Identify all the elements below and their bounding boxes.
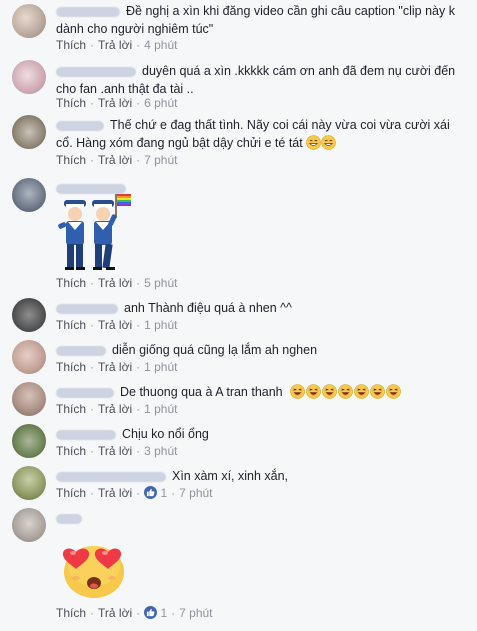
comment-actions: Thích · Trả lời · 7 phút [56, 153, 178, 167]
commenter-name[interactable] [56, 66, 136, 77]
like-link[interactable]: Thích [56, 606, 86, 620]
like-count[interactable]: 1 [160, 606, 167, 620]
avatar[interactable] [12, 340, 46, 374]
like-link[interactable]: Thích [56, 402, 86, 416]
comment-actions: Thích · Trả lời · 1 phút [56, 402, 178, 416]
avatar[interactable] [12, 508, 46, 542]
comment-text: Xìn xàm xí, xinh xắn, [56, 467, 467, 485]
commenter-name[interactable] [56, 120, 104, 131]
avatar[interactable] [12, 4, 46, 38]
like-link[interactable]: Thích [56, 96, 86, 110]
commenter-name[interactable] [56, 513, 82, 524]
comment-actions: Thích · Trả lời · 5 phút [56, 276, 178, 290]
reply-link[interactable]: Trả lời [98, 444, 132, 458]
avatar[interactable] [12, 424, 46, 458]
comment-timestamp[interactable]: 3 phút [144, 444, 177, 458]
laughing-icon [322, 384, 337, 404]
like-count[interactable]: 1 [160, 486, 167, 500]
laughing-icon-row [286, 384, 401, 399]
reply-link[interactable]: Trả lời [98, 276, 132, 290]
comment-timestamp[interactable]: 1 phút [144, 402, 177, 416]
comment-text: Thế chứ e đag thất tình. Nãy coi cái này… [56, 116, 467, 155]
comment-text: diễn giống quá cũng lạ lắm ah nghen [56, 341, 467, 359]
comment-actions: Thích · Trả lời · 1 phút [56, 360, 178, 374]
reply-link[interactable]: Trả lời [98, 96, 132, 110]
like-count-icon[interactable] [144, 606, 158, 619]
commenter-name[interactable] [56, 303, 118, 314]
like-link[interactable]: Thích [56, 486, 86, 500]
reply-link[interactable]: Trả lời [98, 486, 132, 500]
laughing-icon [386, 384, 401, 404]
comment-timestamp[interactable]: 4 phút [144, 38, 177, 52]
comment-timestamp[interactable]: 5 phút [144, 276, 177, 290]
sailor-couple-rainbow-flag-sticker[interactable] [52, 192, 136, 279]
comment-text: Đề nghị a xìn khi đăng video cần ghi câu… [56, 4, 455, 36]
commenter-name[interactable] [56, 6, 120, 17]
reply-link[interactable]: Trả lời [98, 318, 132, 332]
reply-link[interactable]: Trả lời [98, 402, 132, 416]
comment-timestamp[interactable]: 6 phút [144, 96, 177, 110]
comment-actions: Thích · Trả lời · 4 phút [56, 38, 178, 52]
like-link[interactable]: Thích [56, 444, 86, 458]
reply-link[interactable]: Trả lời [98, 360, 132, 374]
laughing-icon [354, 384, 369, 404]
reply-link[interactable]: Trả lời [98, 153, 132, 167]
comment-timestamp[interactable]: 7 phút [179, 606, 212, 620]
avatar[interactable] [12, 382, 46, 416]
comment-actions: Thích · Trả lời · 1 phút [56, 318, 178, 332]
commenter-name[interactable] [56, 429, 116, 440]
comment-actions: Thích · Trả lời · 3 phút [56, 444, 178, 458]
avatar[interactable] [12, 298, 46, 332]
like-link[interactable]: Thích [56, 318, 86, 332]
like-link[interactable]: Thích [56, 153, 86, 167]
comment-feed: Đề nghị a xìn khi đăng video cần ghi câu… [0, 0, 477, 631]
laughing-icon [370, 384, 385, 404]
comment-timestamp[interactable]: 7 phút [179, 486, 212, 500]
avatar[interactable] [12, 60, 46, 94]
laughing-icon [290, 384, 305, 404]
commenter-name-row [56, 510, 88, 528]
comment-text: De thuong qua à A tran thanh [56, 383, 467, 404]
laughing-icon [338, 384, 353, 404]
comment-text: anh Thành điệu quá à nhen ^^ [56, 299, 467, 317]
grin-icon [321, 135, 337, 155]
avatar[interactable] [12, 115, 46, 149]
reply-link[interactable]: Trả lời [98, 38, 132, 52]
comment-timestamp[interactable]: 1 phút [144, 360, 177, 374]
like-count-icon[interactable] [144, 486, 158, 499]
commenter-name[interactable] [56, 345, 106, 356]
laughing-icon [306, 384, 321, 404]
like-link[interactable]: Thích [56, 276, 86, 290]
comment-actions: Thích · Trả lời · 1 · 7 phút [56, 606, 213, 620]
commenter-name[interactable] [56, 471, 166, 482]
comment-actions: Thích · Trả lời · 6 phút [56, 96, 178, 110]
heart-eyes-sticker[interactable] [54, 538, 134, 603]
comment-timestamp[interactable]: 7 phút [144, 153, 177, 167]
like-link[interactable]: Thích [56, 38, 86, 52]
avatar[interactable] [12, 466, 46, 500]
comment-text: Chịu ko nổi ổng [56, 425, 467, 443]
reply-link[interactable]: Trả lời [98, 606, 132, 620]
comment-actions: Thích · Trả lời · 1 · 7 phút [56, 486, 213, 500]
comment-text: duyên quá a xìn .kkkkk cám ơn anh đã đem… [56, 64, 456, 96]
comment-timestamp[interactable]: 1 phút [144, 318, 177, 332]
grin-icon [306, 135, 322, 155]
like-link[interactable]: Thích [56, 360, 86, 374]
avatar[interactable] [12, 178, 46, 212]
commenter-name[interactable] [56, 387, 114, 398]
